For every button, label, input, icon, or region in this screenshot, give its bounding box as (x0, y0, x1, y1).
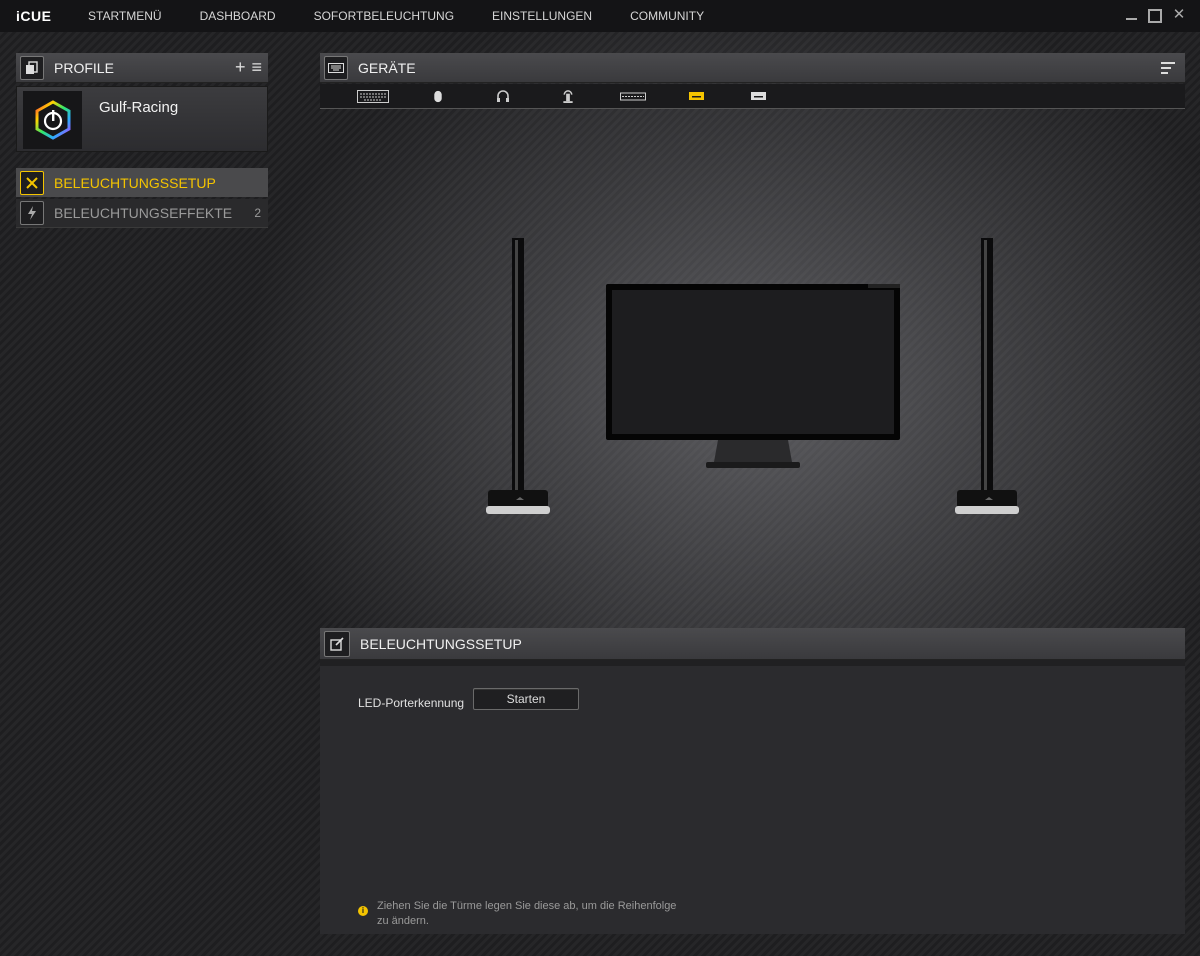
window-controls: ✕ (1124, 7, 1186, 23)
device-small-icon[interactable] (751, 90, 766, 103)
top-bar: iCUE STARTMENÜ DASHBOARD SOFORTBELEUCHTU… (0, 0, 1200, 32)
keyboard-header-icon (324, 55, 348, 80)
info-icon: i (358, 906, 368, 916)
monitor-image (606, 284, 900, 468)
hint-text: Ziehen Sie die Türme legen Sie diese ab,… (377, 900, 677, 927)
menu-lighting-setup-label: BELEUCHTUNGSSETUP (54, 174, 216, 191)
device-tab-bar (320, 84, 1185, 109)
lightbar-tower-right[interactable] (953, 238, 1021, 516)
lighting-setup-header: BELEUCHTUNGSSETUP (320, 628, 1185, 660)
nav-community[interactable]: COMMUNITY (630, 9, 704, 23)
keyboard-icon[interactable] (357, 90, 389, 103)
headset-stand-icon[interactable] (561, 90, 575, 103)
sort-icon[interactable] (1161, 62, 1175, 77)
nav-settings[interactable]: EINSTELLUNGEN (492, 9, 592, 23)
menu-lighting-effects[interactable]: BELEUCHTUNGSEFFEKTE 2 (16, 199, 268, 228)
profile-menu-icon[interactable]: ≡ (251, 58, 262, 76)
menu-lighting-setup[interactable]: BELEUCHTUNGSSETUP (16, 168, 268, 197)
tools-icon (20, 170, 44, 195)
menu-lighting-effects-label: BELEUCHTUNGSEFFEKTE (54, 205, 233, 221)
keyboard-slim-icon[interactable] (620, 90, 646, 103)
lightbar-icon[interactable] (689, 90, 704, 103)
devices-header: GERÄTE (320, 53, 1185, 83)
nav-dashboard[interactable]: DASHBOARD (200, 9, 276, 23)
nav-instant-lighting[interactable]: SOFORTBELEUCHTUNG (314, 9, 454, 23)
profiles-icon (20, 55, 44, 80)
icue-hexagon-logo-icon (23, 91, 82, 149)
profile-name: Gulf-Racing (99, 99, 179, 116)
led-port-label: LED-Porterkennung (358, 696, 465, 710)
lighting-setup-title: BELEUCHTUNGSSETUP (360, 635, 522, 652)
start-button[interactable]: Starten (473, 688, 579, 710)
profile-card-gulf-racing[interactable]: Gulf-Racing (16, 86, 268, 152)
minimize-icon[interactable] (1124, 7, 1138, 23)
devices-title: GERÄTE (358, 59, 416, 76)
maximize-icon[interactable] (1148, 7, 1162, 23)
close-icon[interactable]: ✕ (1172, 7, 1186, 23)
app-logo: iCUE (16, 8, 52, 24)
lighting-setup-body: LED-Porterkennung Starten i Ziehen Sie d… (320, 660, 1185, 934)
add-profile-icon[interactable]: + (235, 58, 246, 76)
profiles-title: PROFILE (54, 59, 114, 76)
edit-icon (324, 630, 350, 657)
effects-count-badge: 2 (254, 206, 261, 220)
headset-icon[interactable] (496, 90, 510, 103)
nav-startmenu[interactable]: STARTMENÜ (88, 9, 162, 23)
lightbar-tower-left[interactable] (484, 238, 552, 516)
mouse-icon[interactable] (433, 90, 443, 103)
lightning-icon (20, 201, 44, 225)
profiles-header: PROFILE + ≡ (16, 53, 268, 83)
